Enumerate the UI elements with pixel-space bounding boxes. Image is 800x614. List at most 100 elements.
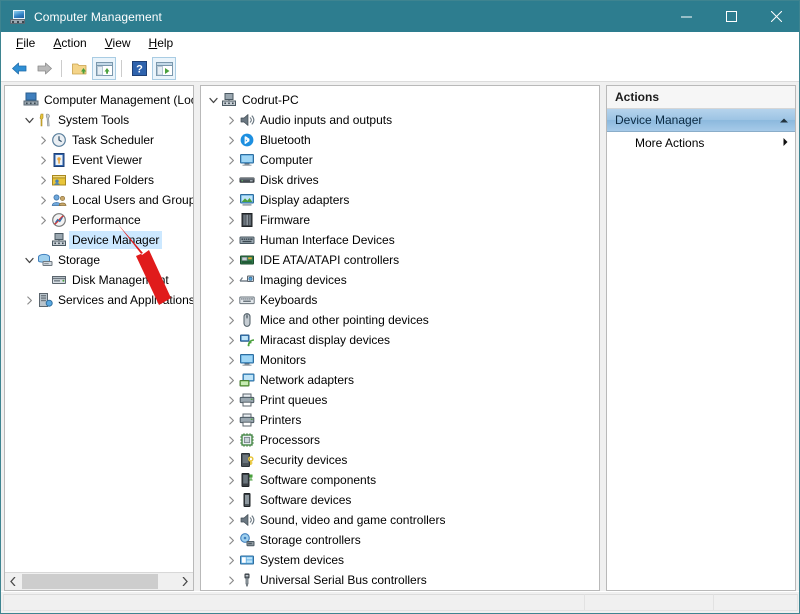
tree-item-services-and-applications[interactable]: Services and Applications [5, 290, 193, 310]
device-category-storage-controllers[interactable]: Storage controllers [201, 530, 599, 550]
chevron-right-icon[interactable] [223, 210, 239, 230]
chevron-down-icon[interactable] [21, 110, 37, 130]
chevron-right-icon[interactable] [223, 230, 239, 250]
device-category-software-devices[interactable]: Software devices [201, 490, 599, 510]
device-category-software-components[interactable]: Software components [201, 470, 599, 490]
menu-bar: File Action View Help [1, 32, 799, 56]
chevron-right-icon[interactable] [223, 190, 239, 210]
device-category-label: Software components [260, 472, 376, 488]
chevron-right-icon[interactable] [223, 490, 239, 510]
chevron-right-icon[interactable] [21, 290, 37, 310]
device-category-audio-inputs-and-outputs[interactable]: Audio inputs and outputs [201, 110, 599, 130]
device-category-system-devices[interactable]: System devices [201, 550, 599, 570]
chevron-right-icon[interactable] [223, 250, 239, 270]
scroll-thumb[interactable] [22, 574, 158, 589]
device-category-disk-drives[interactable]: Disk drives [201, 170, 599, 190]
properties-button[interactable] [152, 57, 176, 80]
device-category-mice-and-other-pointing-devices[interactable]: Mice and other pointing devices [201, 310, 599, 330]
tree-item-disk-management[interactable]: Disk Management [5, 270, 193, 290]
device-category-print-queues[interactable]: Print queues [201, 390, 599, 410]
chevron-right-icon[interactable] [223, 390, 239, 410]
chevron-down-icon[interactable] [21, 250, 37, 270]
tree-item-performance[interactable]: Performance [5, 210, 193, 230]
up-one-level-button[interactable] [67, 57, 91, 80]
device-category-miracast-display-devices[interactable]: Miracast display devices [201, 330, 599, 350]
chevron-right-icon[interactable] [223, 370, 239, 390]
minimize-button[interactable] [664, 1, 709, 32]
menu-help[interactable]: Help [140, 33, 183, 54]
device-category-label: Monitors [260, 352, 306, 368]
back-button[interactable] [7, 57, 31, 80]
scroll-right-arrow[interactable] [176, 573, 193, 590]
tree-item-device-manager[interactable]: Device Manager [5, 230, 193, 250]
device-category-printers[interactable]: Printers [201, 410, 599, 430]
menu-action[interactable]: Action [44, 33, 95, 54]
help-button[interactable]: ? [127, 57, 151, 80]
device-category-processors[interactable]: Processors [201, 430, 599, 450]
action-more-actions[interactable]: More Actions [607, 132, 795, 153]
tree-item-task-scheduler[interactable]: Task Scheduler [5, 130, 193, 150]
chevron-right-icon[interactable] [223, 150, 239, 170]
device-category-keyboards[interactable]: Keyboards [201, 290, 599, 310]
chevron-right-icon[interactable] [223, 410, 239, 430]
chevron-right-icon[interactable] [35, 170, 51, 190]
device-category-sound-video-and-game-controllers[interactable]: Sound, video and game controllers [201, 510, 599, 530]
tree-item-system-tools[interactable]: System Tools [5, 110, 193, 130]
chevron-right-icon[interactable] [35, 130, 51, 150]
device-category-computer[interactable]: Computer [201, 150, 599, 170]
device-category-imaging-devices[interactable]: Imaging devices [201, 270, 599, 290]
device-category-human-interface-devices[interactable]: Human Interface Devices [201, 230, 599, 250]
chevron-right-icon[interactable] [223, 450, 239, 470]
device-category-network-adapters[interactable]: Network adapters [201, 370, 599, 390]
bluetooth-icon [239, 132, 255, 148]
chevron-down-icon[interactable] [205, 90, 221, 110]
hid-icon [239, 232, 255, 248]
scroll-left-arrow[interactable] [5, 573, 22, 590]
maximize-button[interactable] [709, 1, 754, 32]
menu-view[interactable]: View [96, 33, 140, 54]
device-category-label: Display adapters [260, 192, 349, 208]
chevron-right-icon[interactable] [35, 190, 51, 210]
chevron-up-icon[interactable] [779, 113, 789, 127]
tree-item-shared-folders[interactable]: Shared Folders [5, 170, 193, 190]
chevron-right-icon[interactable] [35, 210, 51, 230]
chevron-right-icon[interactable] [223, 570, 239, 590]
chevron-right-icon[interactable] [223, 270, 239, 290]
chevron-right-icon[interactable] [223, 310, 239, 330]
chevron-right-icon[interactable] [223, 470, 239, 490]
chevron-right-icon[interactable] [223, 350, 239, 370]
tree-item-label: Storage [58, 252, 100, 268]
chevron-right-icon[interactable] [223, 530, 239, 550]
menu-file[interactable]: File [7, 33, 44, 54]
chevron-right-icon[interactable] [223, 510, 239, 530]
device-category-firmware[interactable]: Firmware [201, 210, 599, 230]
device-category-label: Mice and other pointing devices [260, 312, 429, 328]
chevron-right-icon[interactable] [223, 130, 239, 150]
chevron-right-icon[interactable] [35, 150, 51, 170]
show-console-tree-button[interactable] [92, 57, 116, 80]
chevron-right-icon[interactable] [223, 430, 239, 450]
tree-item-storage[interactable]: Storage [5, 250, 193, 270]
device-tree-root[interactable]: Codrut-PC [201, 90, 599, 110]
chevron-right-icon[interactable] [223, 110, 239, 130]
scroll-track[interactable] [22, 573, 176, 590]
chevron-right-icon[interactable] [223, 550, 239, 570]
chevron-right-icon[interactable] [223, 290, 239, 310]
actions-section-device-manager[interactable]: Device Manager [607, 109, 795, 132]
chevron-right-icon[interactable] [223, 330, 239, 350]
device-category-display-adapters[interactable]: Display adapters [201, 190, 599, 210]
device-category-universal-serial-bus-controllers[interactable]: Universal Serial Bus controllers [201, 570, 599, 590]
device-category-monitors[interactable]: Monitors [201, 350, 599, 370]
tree-item-event-viewer[interactable]: Event Viewer [5, 150, 193, 170]
device-category-security-devices[interactable]: Security devices [201, 450, 599, 470]
tree-horizontal-scrollbar[interactable] [5, 572, 193, 590]
close-button[interactable] [754, 1, 799, 32]
chevron-right-icon[interactable] [223, 170, 239, 190]
tree-item-local-users-and-groups[interactable]: Local Users and Groups [5, 190, 193, 210]
device-category-ide-ata-atapi-controllers[interactable]: IDE ATA/ATAPI controllers [201, 250, 599, 270]
device-category-bluetooth[interactable]: Bluetooth [201, 130, 599, 150]
tree-item-computer-management-local[interactable]: Computer Management (Local [5, 90, 193, 110]
tree-item-label: Event Viewer [72, 152, 142, 168]
forward-button[interactable] [32, 57, 56, 80]
svg-text:?: ? [136, 64, 143, 76]
